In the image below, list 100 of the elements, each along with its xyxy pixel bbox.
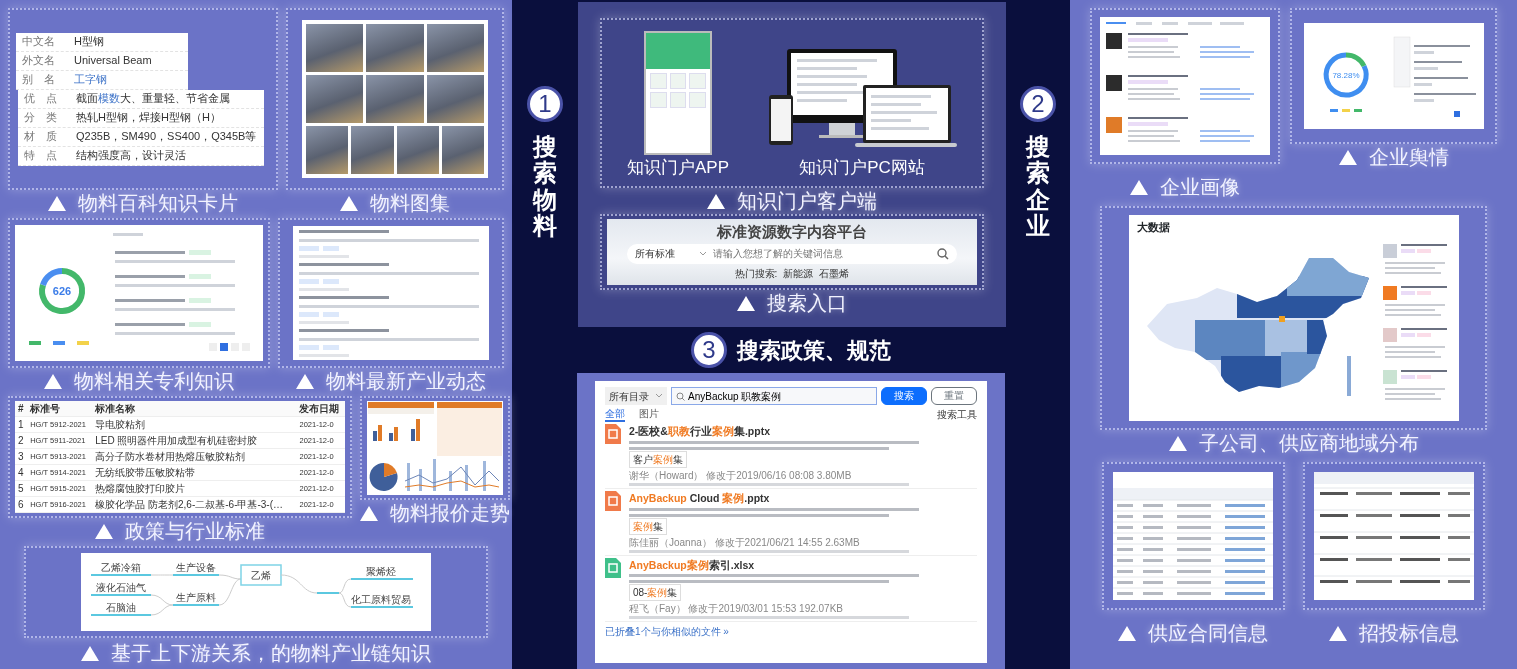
field-label: 特 点 [24,148,58,164]
triangle-icon [81,645,99,661]
section-caption: 物料百科知识卡片 [78,193,238,213]
field-value: 结构强度高，设计灵活 [76,148,186,164]
section-caption: 企业画像 [1160,177,1240,197]
photo-placeholder [366,24,424,72]
table-cell: 3 [15,448,28,465]
legend-swatch [1341,109,1350,112]
photo-placeholder [426,24,484,72]
search-icon [676,391,685,401]
search-button[interactable]: 搜索 [881,387,927,405]
section-caption: 搜索入口 [767,293,847,313]
triangle-icon [1328,625,1347,641]
legend-swatch [1329,109,1338,112]
field-value: H型钢 [74,34,104,50]
hot-search-link[interactable]: 石墨烯 [819,265,850,281]
column-header: 标准号 [27,401,93,417]
step-title: 搜索政策、规范 [737,336,891,365]
triangle-icon [737,295,755,311]
section-caption: 招投标信息 [1358,623,1459,643]
table-cell: 热熔腐蚀胶打印胶片 [92,480,297,497]
field-value: 截面模数大、重量轻、节省金属 [76,91,230,107]
platform-title: 标准资源数字内容平台 [717,222,867,242]
search-icon[interactable] [937,247,949,260]
triangle-icon [1118,625,1137,641]
field-value: 工字钢 [74,72,107,88]
section-caption: 物料最新产业动态 [326,371,486,391]
field-label: 外文名 [22,53,56,69]
triangle-icon [1338,149,1357,165]
legend-swatch [29,341,41,345]
result-meta: 谢华（Howard） 修改于2019/06/16 08:08 3.80MB [629,468,853,483]
reset-button[interactable]: 重置 [931,387,977,405]
connector-line [150,604,174,616]
result-tag: 08-案例集 [629,584,682,602]
table-cell: 橡胶化学品 防老剂2,6-二叔基-6-甲基-3-(… [92,496,297,513]
table-cell: 2 [15,432,28,449]
field-label: 材 质 [24,129,58,145]
section-caption: 企业舆情 [1368,147,1449,167]
step-number: 1 [527,86,563,122]
result-meta: 程飞（Fay） 修改于2019/03/01 15:53 192.07KB [629,602,844,617]
table-cell: 无纺纸胶带压敏胶粘带 [92,464,297,481]
triangle-icon [48,195,66,211]
data-table-drawing [368,402,434,414]
result-tab[interactable]: 全部 [605,408,625,422]
hot-search-link[interactable]: 新能源 [783,265,814,281]
result-tab[interactable]: 图片 [639,408,659,422]
step-title: 搜索企业 [1026,134,1050,240]
chain-node[interactable]: 乙烯冷箱 [101,562,141,573]
chain-node[interactable]: 化工原料贸易 [351,594,411,605]
bar [465,465,468,491]
column-header: # [15,401,28,417]
chain-node[interactable]: 生产原料 [176,592,216,603]
table-cell: 1 [15,416,28,433]
step-number: 3 [691,332,727,368]
triangle-icon [95,523,113,539]
scope-dropdown[interactable]: 所有标准 [635,246,707,261]
result-title-link[interactable]: AnyBackup Cloud 案例.pptx [629,490,929,507]
scope-dropdown[interactable]: 所有目录 [605,387,667,405]
field-value: 热轧H型钢，焊接H型钢（H） [76,110,221,126]
client-label: 知识门户PC网站 [799,156,925,179]
search-bar[interactable]: 所有标准 请输入您想了解的关键词信息 [627,243,957,264]
section-caption: 物料报价走势 [390,503,510,523]
field-label: 别 名 [22,72,56,88]
legend-swatch [77,341,89,345]
bar [419,469,422,491]
triangle-icon [340,195,358,211]
chain-node[interactable]: 聚烯烃 [366,566,396,577]
section-caption: 政策与行业标准 [125,521,265,541]
photo-placeholder [351,126,394,174]
collapsed-files-link[interactable]: 已折叠1个与你相似的文件 » [605,624,729,640]
field-value: Universal Beam [74,53,152,69]
chain-node[interactable]: 生产设备 [176,562,216,573]
search-input[interactable]: AnyBackup 职教案例 [688,388,872,404]
triangle-icon [360,505,378,521]
legend-swatch [1353,109,1362,112]
field-label: 分 类 [24,110,58,126]
photo-placeholder [306,75,364,123]
connector-line [150,594,174,606]
result-title-link[interactable]: 2-医校&职教行业案例集.pptx [629,424,929,440]
bar [407,463,410,491]
legend-swatch [53,341,65,345]
search-tools-link[interactable]: 搜索工具 [937,407,977,422]
search-input[interactable]: 请输入您想了解的关键词信息 [713,246,931,261]
section-caption: 基于上下游关系，的物料产业链知识 [111,643,431,663]
triangle-icon [1168,435,1187,451]
chain-node[interactable]: 液化石油气 [96,582,146,593]
triangle-icon [1130,179,1148,195]
column-header: 发布日期 [296,401,345,417]
chain-node[interactable]: 石脑油 [106,602,136,613]
bar [449,471,452,491]
search-field[interactable]: AnyBackup 职教案例 [671,387,877,405]
bar [433,459,436,491]
photo-placeholder [306,126,349,174]
photo-placeholder [366,75,424,123]
data-table-drawing [437,402,502,456]
result-tag: 客户案例集 [629,450,687,468]
result-title-link[interactable]: AnyBackup案例索引.xlsx [629,557,929,574]
table-cell: 高分子防水卷材用热熔压敏胶粘剂 [92,448,297,465]
table-cell: LED 照明器件用加成型有机硅密封胶 [92,432,297,449]
file-icon [605,557,621,578]
